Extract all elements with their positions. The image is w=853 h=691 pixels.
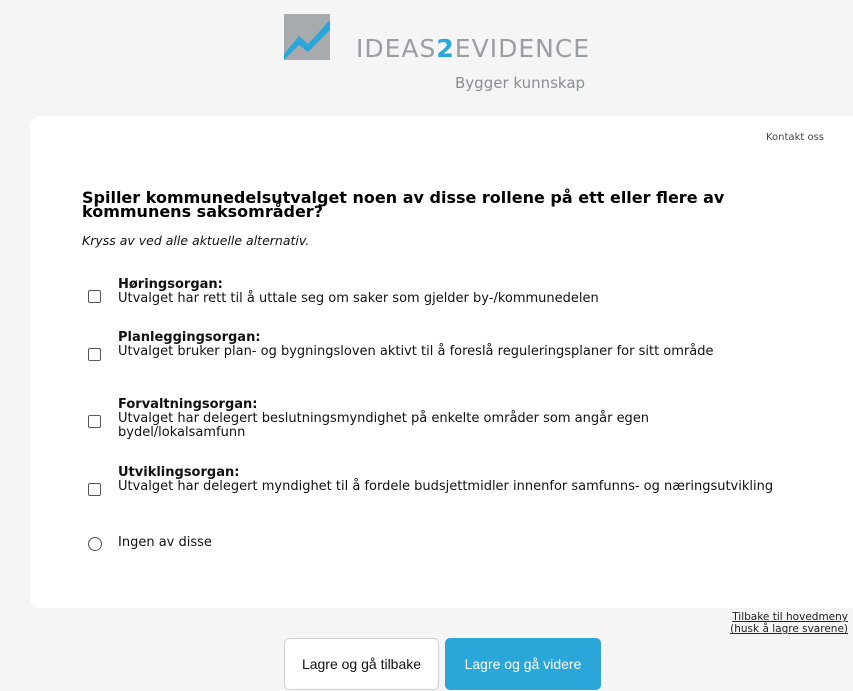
option-checkbox[interactable] xyxy=(88,290,101,303)
brand-tagline: Bygger kunnskap xyxy=(455,74,586,92)
question-instruction: Kryss av ved alle aktuelle alternativ. xyxy=(82,233,310,248)
option-checkbox[interactable] xyxy=(88,348,101,361)
option-text: Høringsorgan: Utvalget har rett til å ut… xyxy=(118,278,778,306)
option-text: Utviklingsorgan: Utvalget har delegert m… xyxy=(118,466,778,494)
none-radio[interactable] xyxy=(88,537,102,551)
save-and-go-back-button[interactable]: Lagre og gå tilbake xyxy=(284,638,439,690)
save-reminder-label: (husk å lagre svarene) xyxy=(730,623,848,635)
option-checkbox[interactable] xyxy=(88,483,101,496)
none-label: Ingen av disse xyxy=(118,535,212,550)
option-checkbox[interactable] xyxy=(88,415,101,428)
brand-prefix: IDEAS xyxy=(356,34,437,63)
option-title: Forvaltningsorgan: xyxy=(118,397,258,412)
brand-name: IDEAS2EVIDENCE xyxy=(356,34,590,63)
option-description: Utvalget bruker plan- og bygningsloven a… xyxy=(118,344,714,359)
option-title: Utviklingsorgan: xyxy=(118,465,240,480)
back-to-main-menu-link[interactable]: Tilbake til hovedmeny (husk å lagre svar… xyxy=(698,611,848,635)
brand-number: 2 xyxy=(436,34,455,63)
contact-link[interactable]: Kontakt oss xyxy=(766,132,824,143)
option-title: Høringsorgan: xyxy=(118,277,223,292)
option-text: Planleggingsorgan: Utvalget bruker plan-… xyxy=(118,331,778,359)
option-description: Utvalget har delegert beslutningsmyndigh… xyxy=(118,411,650,440)
brand-suffix: EVIDENCE xyxy=(454,34,591,63)
option-text: Forvaltningsorgan: Utvalget har delegert… xyxy=(118,398,778,440)
option-title: Planleggingsorgan: xyxy=(118,330,261,345)
option-description: Utvalget har delegert myndighet til å fo… xyxy=(118,479,774,494)
rising-chart-logo-icon xyxy=(284,14,330,60)
back-to-main-menu-label: Tilbake til hovedmeny xyxy=(732,611,848,623)
option-description: Utvalget har rett til å uttale seg om sa… xyxy=(118,291,599,306)
question-title: Spiller kommunedelsutvalget noen av diss… xyxy=(82,188,725,221)
save-and-continue-button[interactable]: Lagre og gå videre xyxy=(445,638,601,690)
